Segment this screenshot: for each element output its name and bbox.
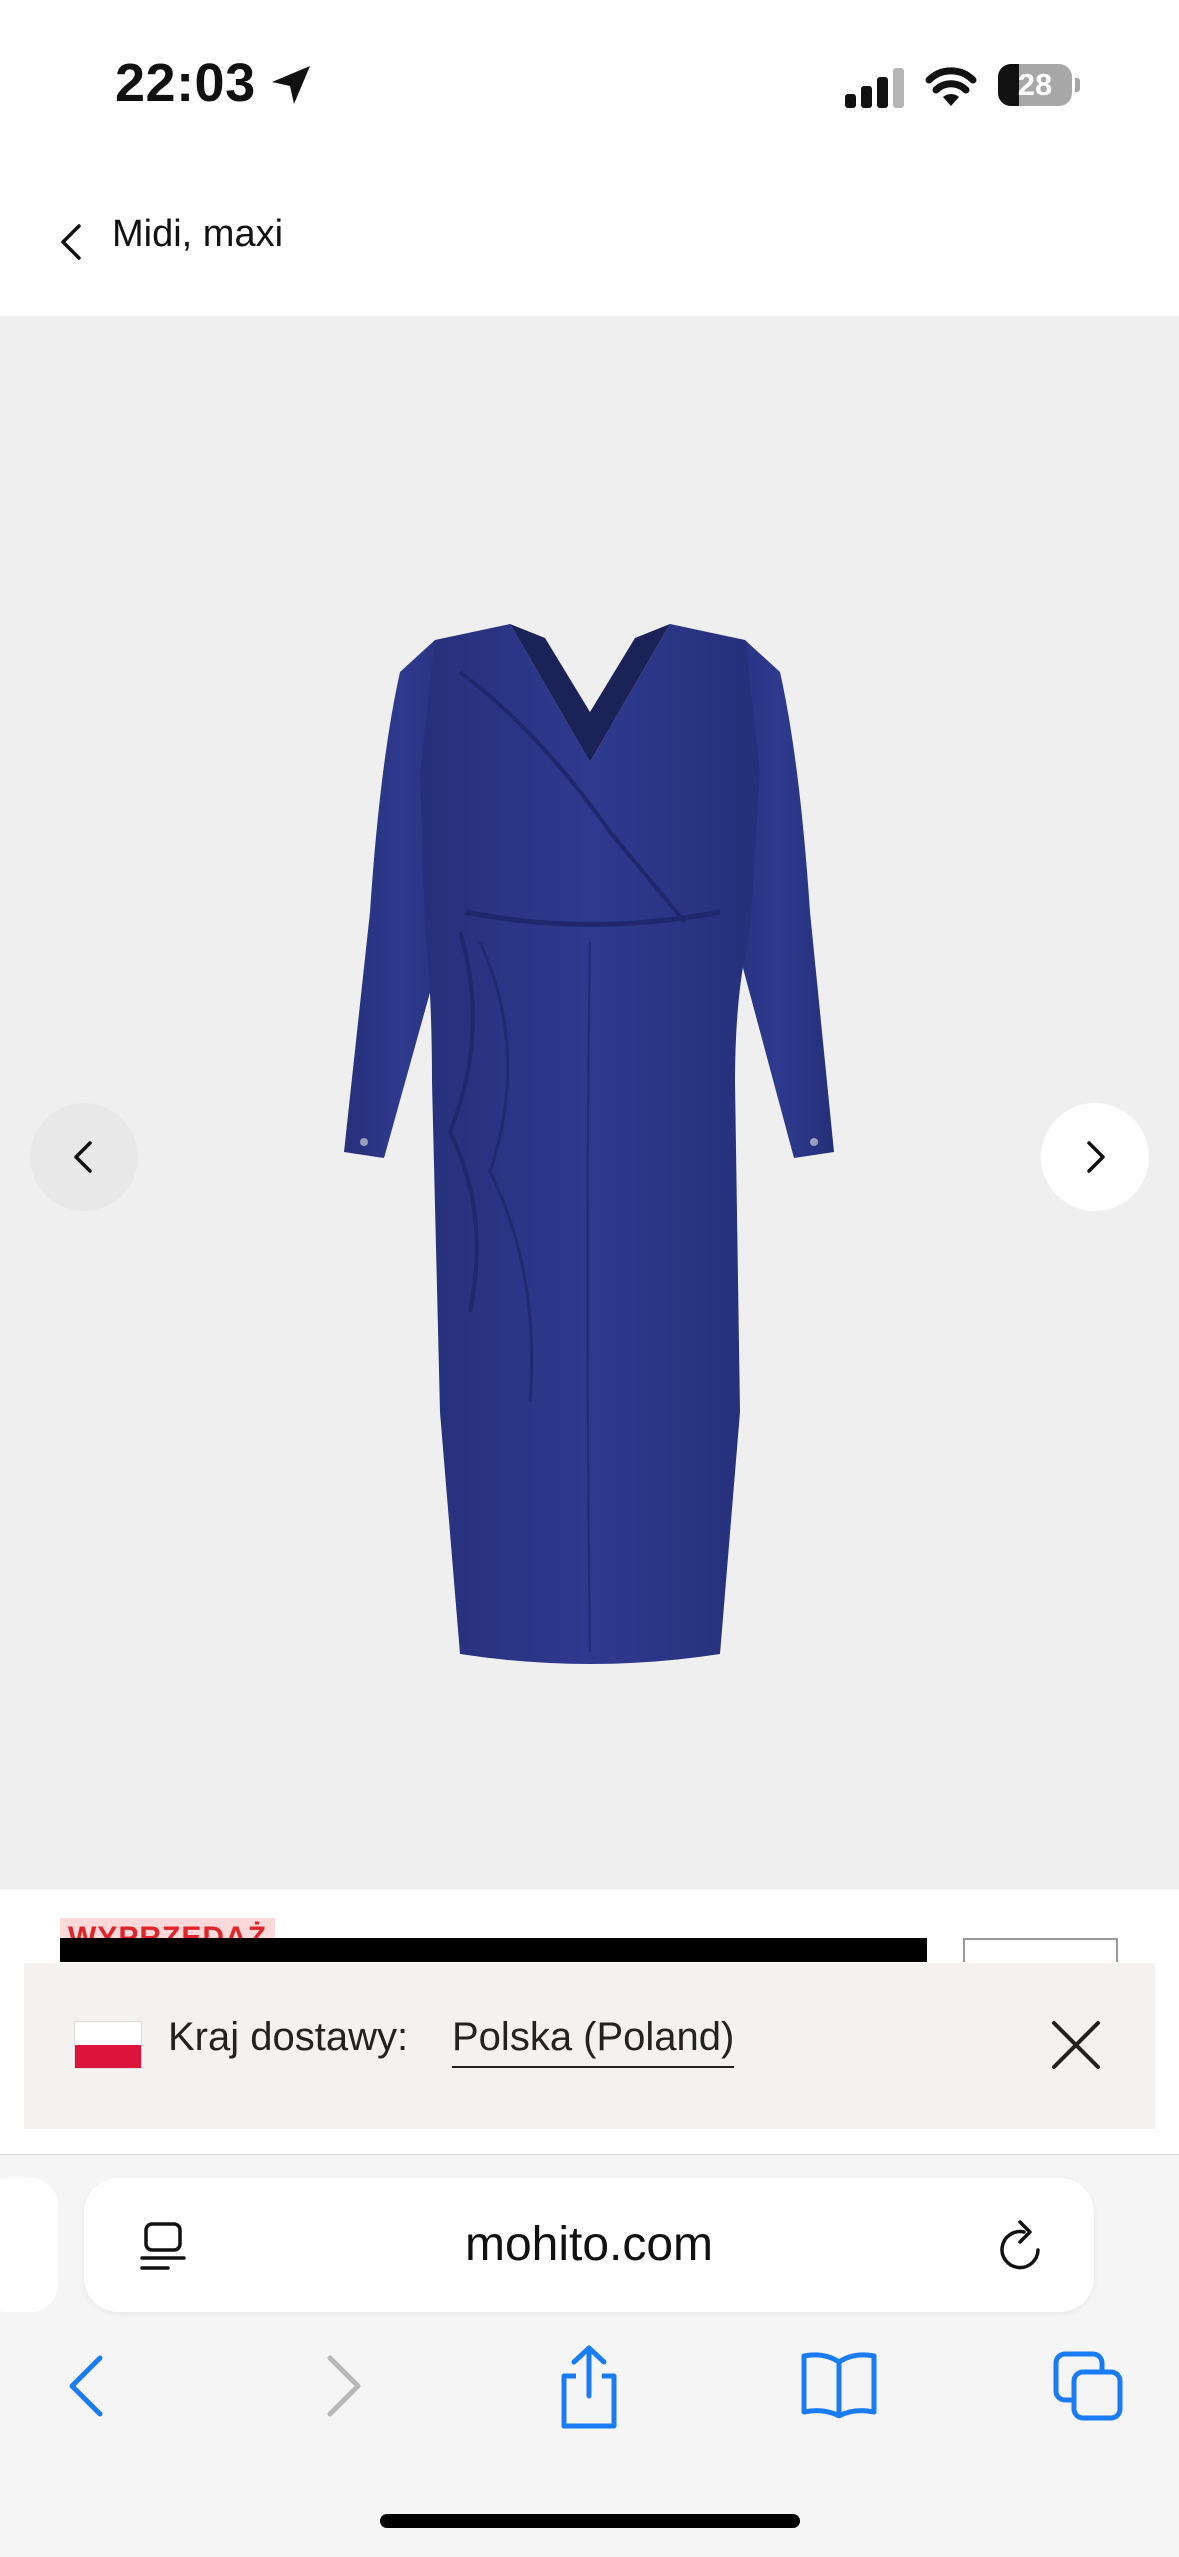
delivery-country-banner: Kraj dostawy: Polska (Poland) xyxy=(24,1963,1155,2129)
address-bar[interactable]: mohito.com xyxy=(84,2178,1094,2312)
browser-back-icon[interactable] xyxy=(62,2352,112,2420)
home-indicator xyxy=(380,2514,800,2528)
wishlist-button-partial[interactable] xyxy=(963,1938,1118,1962)
delivery-country-label: Kraj dostawy: xyxy=(168,2015,409,2059)
sale-badge: WYPRZEDAŻ xyxy=(60,1918,275,1940)
tabs-icon[interactable] xyxy=(1052,2350,1124,2422)
back-chevron-icon[interactable] xyxy=(55,222,85,262)
delivery-country-link[interactable]: Polska (Poland) xyxy=(452,2015,735,2068)
sale-badge-text: WYPRZEDAŻ xyxy=(68,1921,267,1940)
close-icon[interactable] xyxy=(1048,2017,1104,2073)
url-text[interactable]: mohito.com xyxy=(84,2178,1094,2312)
browser-forward-icon[interactable] xyxy=(318,2352,368,2420)
status-time: 22:03 xyxy=(115,53,256,113)
bookmarks-icon[interactable] xyxy=(800,2350,878,2418)
poland-flag-icon xyxy=(74,2021,142,2069)
previous-image-button[interactable] xyxy=(30,1103,138,1211)
category-back-link[interactable]: Midi, maxi xyxy=(112,213,283,256)
product-image-dress xyxy=(344,624,834,1664)
location-arrow-icon xyxy=(272,66,310,104)
cellular-signal-icon xyxy=(845,68,904,108)
next-image-button[interactable] xyxy=(1041,1103,1149,1211)
share-icon[interactable] xyxy=(554,2344,624,2430)
chevron-left-icon xyxy=(74,1141,92,1173)
chevron-right-icon xyxy=(1087,1141,1105,1173)
add-to-cart-button-partial[interactable] xyxy=(60,1938,927,1962)
reload-icon[interactable] xyxy=(994,2218,1050,2276)
battery-level: 28 xyxy=(1017,67,1053,102)
previous-tab-card[interactable] xyxy=(0,2178,58,2312)
battery-indicator: 28 xyxy=(998,64,1080,108)
wifi-icon xyxy=(925,67,977,106)
